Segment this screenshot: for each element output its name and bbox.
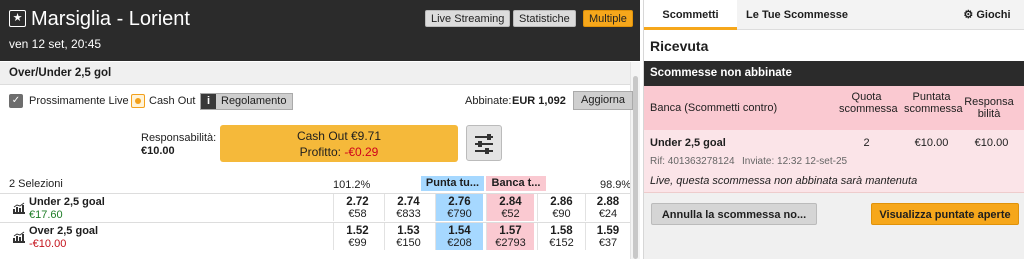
col-bet: Banca (Scommetti contro) [650,102,778,114]
chart-icon[interactable] [12,231,26,243]
bet-liability: €10.00 [974,137,1009,149]
rules-label: Regolamento [221,95,287,107]
cashout-icon [131,94,145,108]
live-streaming-button[interactable]: Live Streaming [425,10,511,27]
best-lay-cell[interactable]: 1.57 €2793 [486,223,534,250]
scrollbar-thumb[interactable] [633,76,638,259]
back-book-percentage: 101.2% [333,179,371,191]
runner-row-under: Under 2,5 goal €17.60 2.72 €58 2.74 €833 2… [0,193,630,221]
tab-bets[interactable]: Scommetti [644,0,737,30]
selections-count: 2 Selezioni [9,178,63,190]
bet-placed: Inviate: 12:32 12-set-25 [742,156,848,167]
chart-icon[interactable] [12,202,26,214]
event-title: Marsiglia - Lorient [31,8,190,30]
col-odds: Quota scommessa [839,91,898,115]
bet-stake: €10.00 [914,137,949,149]
price-cell[interactable]: 2.86 €90 [537,194,585,221]
unmatched-title: Scommesse non abbinate [644,61,1024,86]
lay-all-button[interactable]: Banca t... [486,176,546,191]
info-icon: i [201,94,216,109]
market-title: Over/Under 2,5 gol [0,62,630,85]
back-all-button[interactable]: Punta tu... [421,176,484,191]
cashout-button[interactable]: Cash Out €9.71 Profitto: -€0.29 [220,125,458,162]
persistence-note: Live, questa scommessa non abbinata sarà… [650,175,918,187]
star-icon[interactable]: ★ [9,10,26,27]
unmatched-bet-row: Under 2,5 goal 2 €10.00 €10.00 Rif: 4013… [644,130,1024,193]
matched-amount: EUR 1,092 [512,95,566,107]
cashout-amount: Cash Out €9.71 [296,129,382,143]
price-cell[interactable]: 1.53 €150 [384,223,432,250]
in-play-label: Prossimamente Live [29,95,129,107]
multiple-button[interactable]: Multiple [583,10,633,27]
bet-odds: 2 [863,137,870,149]
price-cell[interactable]: 2.74 €833 [384,194,432,221]
col-liability: Responsabilità [964,96,1014,120]
statistics-button[interactable]: Statistiche [513,10,576,27]
gamepad-icon: ⚙ [963,9,974,21]
price-cell[interactable]: 1.52 €99 [333,223,381,250]
runner-row-over: Over 2,5 goal -€10.00 1.52 €99 1.53 €150 1… [0,222,630,250]
best-back-cell[interactable]: 1.54 €208 [435,223,483,250]
matched-label: Abbinate: [465,95,512,107]
runner-pl: €17.60 [29,209,63,221]
unmatched-table-header: Banca (Scommetti contro) Quota scommessa… [644,86,1024,130]
runner-name: Under 2,5 goal [29,196,105,208]
cancel-unmatched-button[interactable]: Annulla la scommessa no... [651,203,817,225]
price-cell[interactable]: 2.72 €58 [333,194,381,221]
price-cell[interactable]: 1.59 €37 [585,223,630,250]
best-back-cell[interactable]: 2.76 €790 [435,194,483,221]
best-lay-cell[interactable]: 2.84 €52 [486,194,534,221]
runner-name: Over 2,5 goal [29,225,99,237]
runner-pl: -€10.00 [29,238,67,250]
checkbox-icon[interactable]: ✓ [9,94,23,108]
tab-my-bets[interactable]: Le Tue Scommesse [737,0,857,30]
cashout-profit: Profitto: -€0.29 [299,145,379,159]
col-stake: Puntata scommessa [904,91,963,115]
tab-games[interactable]: ⚙ Giochi [954,0,1020,30]
bet-ref: Rif: 401363278124 [650,156,735,167]
liability-value: €10.00 [141,145,175,157]
price-cell[interactable]: 2.88 €24 [585,194,630,221]
rules-button[interactable]: i Regolamento [200,93,294,110]
event-date: ven 12 set, 20:45 [9,37,102,51]
bet-selection: Under 2,5 goal [650,137,726,149]
liability-label: Responsabilità: [141,132,217,144]
betslip-panel: Scommetti Le Tue Scommesse ⚙ Giochi Rice… [643,0,1024,259]
price-cell[interactable]: 1.58 €152 [537,223,585,250]
event-header: ★ Marsiglia - Lorient ven 12 set, 20:45 … [0,0,640,61]
lay-book-percentage: 98.9% [600,179,630,191]
sliders-icon[interactable] [466,125,502,161]
receipt-title: Ricevuta [650,38,709,54]
cashout-label: Cash Out [149,95,196,107]
market-panel: ★ Marsiglia - Lorient ven 12 set, 20:45 … [0,0,640,259]
refresh-button[interactable]: Aggiorna [573,91,634,110]
view-open-bets-button[interactable]: Visualizza puntate aperte [871,203,1019,225]
